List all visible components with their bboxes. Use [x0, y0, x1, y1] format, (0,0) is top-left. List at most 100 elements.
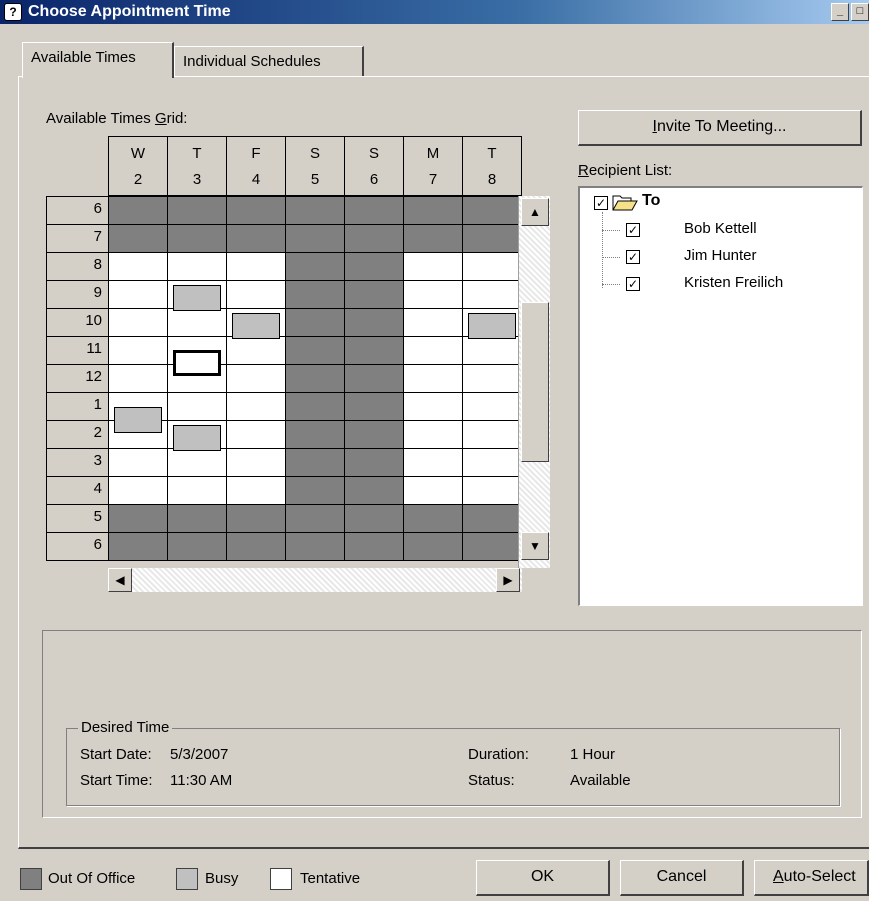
time-slot-cell[interactable] — [167, 448, 226, 476]
time-slot-cell[interactable] — [403, 336, 462, 364]
time-slot-cell[interactable] — [403, 448, 462, 476]
time-slot-cell[interactable] — [108, 280, 167, 308]
time-slot-cell[interactable] — [226, 448, 285, 476]
time-slot-cell[interactable] — [344, 196, 403, 224]
recipient-checkbox[interactable]: ✓ — [626, 223, 640, 237]
time-slot-cell[interactable] — [462, 336, 521, 364]
time-slot-cell[interactable] — [108, 364, 167, 392]
busy-block[interactable] — [173, 425, 221, 451]
time-slot-cell[interactable] — [344, 448, 403, 476]
time-slot-cell[interactable] — [285, 196, 344, 224]
time-slot-cell[interactable] — [344, 392, 403, 420]
app-icon[interactable]: ? — [4, 3, 22, 21]
time-slot-cell[interactable] — [462, 532, 521, 560]
time-slot-cell[interactable] — [108, 224, 167, 252]
busy-block[interactable] — [232, 313, 280, 339]
time-slot-cell[interactable] — [462, 364, 521, 392]
tab-available-times[interactable]: Available Times — [22, 42, 174, 78]
time-slot-cell[interactable] — [344, 224, 403, 252]
recipient-checkbox[interactable]: ✓ — [626, 250, 640, 264]
scroll-right-button[interactable]: ▶ — [496, 568, 520, 592]
time-slot-cell[interactable] — [403, 196, 462, 224]
busy-block[interactable] — [114, 407, 162, 433]
time-slot-cell[interactable] — [403, 252, 462, 280]
time-slot-cell[interactable] — [108, 448, 167, 476]
time-slot-cell[interactable] — [285, 252, 344, 280]
time-slot-cell[interactable] — [403, 420, 462, 448]
time-slot-cell[interactable] — [403, 224, 462, 252]
time-slot-cell[interactable] — [285, 420, 344, 448]
time-slot-cell[interactable] — [403, 364, 462, 392]
grid-horizontal-scrollbar[interactable]: ◀ ▶ — [108, 568, 522, 592]
time-slot-cell[interactable] — [108, 252, 167, 280]
time-slot-cell[interactable] — [462, 476, 521, 504]
busy-block[interactable] — [173, 285, 221, 311]
time-slot-cell[interactable] — [226, 364, 285, 392]
time-slot-cell[interactable] — [344, 336, 403, 364]
time-slot-cell[interactable] — [462, 448, 521, 476]
auto-select-button[interactable]: Auto-Select — [754, 860, 869, 896]
time-slot-cell[interactable] — [167, 196, 226, 224]
time-slot-cell[interactable] — [226, 476, 285, 504]
time-slot-cell[interactable] — [462, 280, 521, 308]
time-slot-cell[interactable] — [108, 336, 167, 364]
time-slot-cell[interactable] — [285, 280, 344, 308]
time-slot-cell[interactable] — [285, 476, 344, 504]
minimize-button[interactable]: _ — [831, 3, 849, 21]
scroll-down-button[interactable]: ▼ — [521, 532, 549, 560]
time-slot-cell[interactable] — [226, 196, 285, 224]
time-slot-cell[interactable] — [108, 532, 167, 560]
time-slot-cell[interactable] — [462, 504, 521, 532]
time-slot-cell[interactable] — [403, 280, 462, 308]
time-slot-cell[interactable] — [344, 504, 403, 532]
time-slot-cell[interactable] — [108, 196, 167, 224]
time-slot-cell[interactable] — [167, 504, 226, 532]
time-slot-cell[interactable] — [285, 308, 344, 336]
time-slot-cell[interactable] — [403, 532, 462, 560]
time-slot-cell[interactable] — [285, 532, 344, 560]
time-slot-cell[interactable] — [108, 308, 167, 336]
time-slot-cell[interactable] — [344, 420, 403, 448]
time-slot-cell[interactable] — [285, 448, 344, 476]
time-slot-cell[interactable] — [462, 420, 521, 448]
time-slot-cell[interactable] — [344, 280, 403, 308]
time-slot-cell[interactable] — [403, 504, 462, 532]
time-slot-cell[interactable] — [285, 224, 344, 252]
time-slot-cell[interactable] — [344, 476, 403, 504]
time-slot-cell[interactable] — [167, 392, 226, 420]
time-slot-cell[interactable] — [285, 504, 344, 532]
ok-button[interactable]: OK — [476, 860, 610, 896]
time-slot-cell[interactable] — [462, 196, 521, 224]
scroll-up-button[interactable]: ▲ — [521, 198, 549, 226]
time-slot-cell[interactable] — [226, 336, 285, 364]
time-slot-cell[interactable] — [344, 532, 403, 560]
recipient-checkbox[interactable]: ✓ — [626, 277, 640, 291]
time-slot-cell[interactable] — [344, 364, 403, 392]
scroll-thumb[interactable] — [521, 302, 549, 462]
time-slot-cell[interactable] — [285, 364, 344, 392]
to-checkbox[interactable]: ✓ — [594, 196, 608, 210]
time-slot-cell[interactable] — [226, 420, 285, 448]
scroll-left-button[interactable]: ◀ — [108, 568, 132, 592]
time-slot-cell[interactable] — [167, 252, 226, 280]
time-slot-cell[interactable] — [344, 252, 403, 280]
grid-vertical-scrollbar[interactable]: ▲ ▼ — [518, 196, 550, 568]
time-slot-cell[interactable] — [403, 476, 462, 504]
time-slot-cell[interactable] — [108, 504, 167, 532]
time-slot-cell[interactable] — [462, 392, 521, 420]
time-slot-cell[interactable] — [167, 532, 226, 560]
invite-to-meeting-button[interactable]: Invite To Meeting... — [578, 110, 862, 146]
time-slot-cell[interactable] — [167, 308, 226, 336]
time-slot-cell[interactable] — [403, 392, 462, 420]
time-slot-cell[interactable] — [344, 308, 403, 336]
cancel-button[interactable]: Cancel — [620, 860, 744, 896]
time-slot-cell[interactable] — [167, 224, 226, 252]
time-slot-cell[interactable] — [403, 308, 462, 336]
tab-individual-schedules[interactable]: Individual Schedules — [174, 46, 364, 76]
maximize-button[interactable]: □ — [851, 3, 869, 21]
time-slot-cell[interactable] — [226, 280, 285, 308]
time-slot-cell[interactable] — [226, 392, 285, 420]
time-slot-cell[interactable] — [285, 392, 344, 420]
time-slot-cell[interactable] — [285, 336, 344, 364]
time-slot-cell[interactable] — [462, 252, 521, 280]
